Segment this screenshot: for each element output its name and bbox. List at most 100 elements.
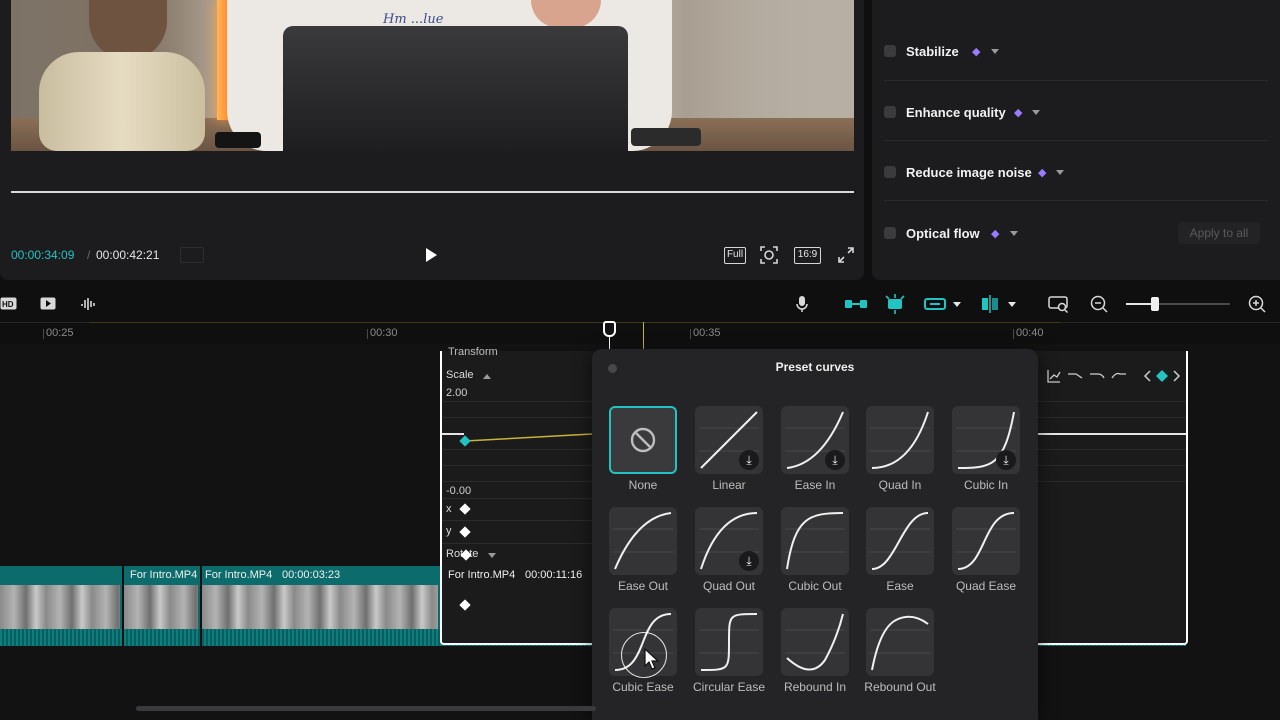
preset-label: Quad Out [702, 579, 756, 593]
preset-circular-ease[interactable] [695, 608, 763, 676]
timeline-ruler[interactable]: 00:25 00:30 00:35 00:40 [0, 322, 1280, 344]
time-separator: / [87, 248, 91, 262]
keyframe-row-x[interactable]: x [442, 498, 592, 520]
preview-scrub-line[interactable] [11, 191, 854, 193]
ruler-tick [43, 329, 44, 339]
enhance-quality-label: Enhance quality [906, 105, 1006, 120]
preset-label: Ease Out [617, 579, 669, 593]
optical-flow-label: Optical flow [906, 226, 980, 241]
clip-label: For Intro.MP4 [130, 569, 198, 581]
quad-ease-curve-icon [956, 512, 1016, 570]
video-laptop [283, 26, 628, 151]
play-button[interactable] [426, 248, 437, 262]
preset-linear[interactable]: ⤓ [695, 406, 763, 474]
clip-duration: 00:00:11:16 [525, 569, 583, 581]
work-area-line [90, 322, 1060, 323]
video-sweater-text: Hm ...lue [383, 12, 444, 27]
keyframe-row-y[interactable]: y [442, 520, 592, 542]
chevron-down-icon[interactable] [488, 553, 496, 558]
chevron-down-icon[interactable] [1010, 231, 1018, 236]
premium-gem-icon: ◆ [972, 46, 981, 58]
no-curve-icon [630, 427, 656, 453]
preview-panel: Hm ...lue 00:00:34:09 / 00:00:42:21 Full… [0, 0, 864, 280]
graph-baseline [1038, 433, 1186, 435]
in-point-marker [643, 322, 644, 350]
preset-label: Quad In [878, 478, 922, 492]
keyframe-diamond[interactable] [459, 503, 471, 515]
chevron-up-icon[interactable] [483, 374, 491, 379]
scale-label[interactable]: Scale [446, 369, 474, 381]
preset-cubic-out[interactable] [781, 507, 849, 575]
rebound-in-curve-icon [785, 613, 845, 671]
hd-icon[interactable]: HD [0, 296, 18, 312]
chevron-down-icon[interactable] [991, 49, 999, 54]
preset-none[interactable] [609, 406, 677, 474]
clip-thumbnails [0, 585, 120, 629]
keyframe-diamond[interactable] [459, 526, 471, 538]
option-reduce-noise: Reduce image noise ◆ [884, 141, 1268, 201]
option-enhance-quality: Enhance quality ◆ [884, 81, 1268, 141]
download-icon[interactable]: ⤓ [996, 450, 1016, 470]
download-icon[interactable]: ⤓ [825, 450, 845, 470]
play-frame-icon[interactable] [40, 296, 58, 312]
keyframe-row-rotate[interactable]: Rotate [442, 543, 592, 565]
ruler-tick [367, 329, 368, 339]
split-view-icon[interactable] [980, 295, 1000, 313]
svg-text:HD: HD [2, 300, 14, 309]
preset-rebound-in[interactable] [781, 608, 849, 676]
download-icon[interactable]: ⤓ [739, 551, 759, 571]
premium-gem-icon: ◆ [1014, 107, 1023, 119]
preset-quad-in[interactable] [866, 406, 934, 474]
horizontal-scrollbar[interactable] [136, 706, 596, 711]
apply-to-all-button[interactable]: Apply to all [1178, 222, 1260, 244]
preset-cubic-in[interactable]: ⤓ [952, 406, 1020, 474]
preview-axis-icon[interactable] [924, 296, 946, 312]
scale-curve[interactable] [462, 432, 594, 444]
stabilize-label: Stabilize [906, 44, 959, 59]
clip-thumbnails [202, 585, 438, 629]
current-time: 00:00:34:09 [11, 248, 75, 262]
preset-label: Rebound In [783, 680, 847, 694]
preset-ease[interactable] [866, 507, 934, 575]
zoom-out-icon[interactable] [1090, 295, 1108, 313]
preset-ease-in[interactable]: ⤓ [781, 406, 849, 474]
preset-quad-ease[interactable] [952, 507, 1020, 575]
y-label: y [446, 525, 452, 537]
chevron-down-icon[interactable] [1032, 110, 1040, 115]
reduce-noise-checkbox[interactable] [884, 166, 896, 178]
ruler-tick [1013, 329, 1014, 339]
microphone-icon[interactable] [794, 295, 810, 313]
stabilize-checkbox[interactable] [884, 45, 896, 57]
screenshot-icon[interactable] [760, 246, 778, 264]
preset-rebound-out[interactable] [866, 608, 934, 676]
preset-label: Rebound Out [864, 680, 936, 694]
preset-ease-out[interactable] [609, 507, 677, 575]
auto-snap-icon[interactable] [884, 294, 906, 314]
chevron-down-icon[interactable] [953, 302, 961, 307]
option-stabilize: Stabilize ◆ [884, 21, 1268, 81]
playhead-handle[interactable] [603, 321, 616, 337]
premium-gem-icon: ◆ [1038, 167, 1047, 179]
zoom-slider-thumb[interactable] [1151, 297, 1159, 311]
optical-flow-checkbox[interactable] [884, 227, 896, 239]
fit-timeline-icon[interactable] [1048, 295, 1070, 314]
audio-split-icon[interactable] [80, 295, 98, 313]
download-icon[interactable]: ⤓ [739, 450, 759, 470]
preset-quad-out[interactable]: ⤓ [695, 507, 763, 575]
rebound-out-curve-icon [870, 615, 930, 671]
chevron-down-icon[interactable] [1008, 302, 1016, 307]
mouse-cursor-icon [644, 648, 660, 670]
full-quality-button[interactable]: Full [724, 247, 746, 264]
enhance-quality-checkbox[interactable] [884, 106, 896, 118]
ease-curve-icon [870, 512, 930, 570]
timecode-grid-icon[interactable] [180, 247, 204, 263]
clip-thumbnails [124, 585, 198, 629]
video-preview[interactable]: Hm ...lue [11, 0, 854, 151]
zoom-in-icon[interactable] [1248, 295, 1266, 313]
chevron-down-icon[interactable] [1056, 170, 1064, 175]
aspect-ratio-button[interactable]: 16:9 [794, 247, 821, 264]
fullscreen-icon[interactable] [838, 247, 854, 263]
graph-baseline [442, 433, 464, 435]
link-clips-icon[interactable] [844, 297, 868, 311]
transform-label: Transform [448, 346, 498, 358]
